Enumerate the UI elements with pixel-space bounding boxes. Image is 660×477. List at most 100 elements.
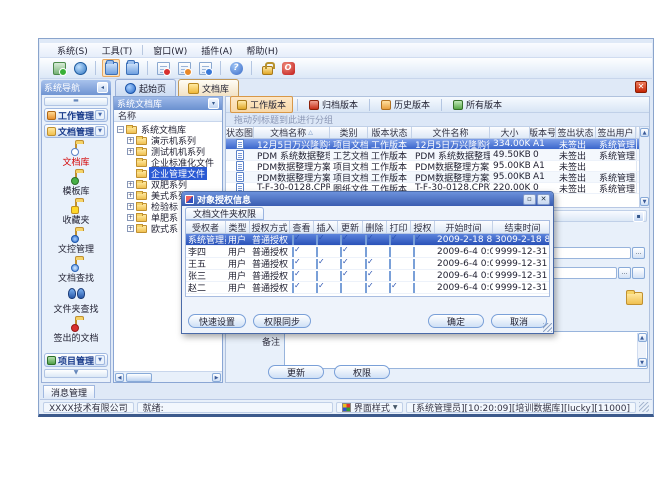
- working-version-button[interactable]: 工作版本: [230, 96, 293, 113]
- dialog-tab-folder-permissions[interactable]: 文档文件夹权限: [185, 207, 264, 220]
- open-folder-button[interactable]: [626, 292, 643, 305]
- menu-window[interactable]: 窗口(W): [146, 43, 194, 58]
- nav-section-doc[interactable]: 文档管理 ▼: [44, 124, 108, 138]
- column-insert[interactable]: 插入: [314, 221, 338, 233]
- print-checkbox[interactable]: [389, 271, 391, 281]
- dialog-close-button[interactable]: ✕: [537, 194, 550, 205]
- expand-toggle-icon[interactable]: +: [127, 137, 134, 144]
- update-checkbox[interactable]: [340, 247, 342, 257]
- nav-collapse-icon[interactable]: ▬: [44, 97, 108, 106]
- insert-checkbox[interactable]: [316, 235, 318, 245]
- remark-scrollbar[interactable]: ▲ ▼: [637, 333, 646, 367]
- nav-expand-icon[interactable]: ▼: [44, 369, 108, 378]
- menu-system[interactable]: 系统(S): [50, 43, 95, 58]
- network-button[interactable]: [71, 59, 89, 77]
- scroll-down-icon[interactable]: ▼: [640, 197, 649, 206]
- help-button[interactable]: ?: [227, 59, 245, 77]
- sidebar-item-doc-search[interactable]: 文档查找: [44, 258, 108, 285]
- chevron-down-icon[interactable]: ▼: [95, 110, 105, 120]
- authorize-checkbox[interactable]: [413, 259, 415, 269]
- authorize-checkbox[interactable]: [413, 283, 415, 293]
- authorize-checkbox[interactable]: [413, 247, 415, 257]
- view-checkbox[interactable]: [292, 235, 294, 245]
- column-checkout-user[interactable]: 签出用户: [596, 127, 636, 138]
- delete-checkbox[interactable]: [365, 235, 367, 245]
- workstation-button[interactable]: [50, 59, 68, 77]
- tree-column-header[interactable]: 名称: [114, 110, 222, 122]
- expand-toggle-icon[interactable]: +: [127, 225, 134, 232]
- archived-version-button[interactable]: 归档版本: [302, 96, 365, 113]
- view-checkbox[interactable]: [292, 283, 294, 293]
- permission-row[interactable]: 赵二 用户 普通授权 2009-6-4 0:00:00 9999-12-31 2…: [186, 282, 549, 294]
- delete-checkbox[interactable]: [365, 247, 367, 257]
- insert-checkbox[interactable]: [316, 271, 318, 281]
- ui-style-selector[interactable]: 界面样式 ▼: [336, 402, 404, 413]
- column-print[interactable]: 打印: [387, 221, 411, 233]
- sidebar-item-checked-out-docs[interactable]: 签出的文档: [44, 318, 108, 345]
- column-update[interactable]: 更新: [338, 221, 363, 233]
- column-end-time[interactable]: 结束时间: [493, 221, 550, 233]
- remark-textarea[interactable]: ▲ ▼: [284, 331, 648, 369]
- lock-button[interactable]: [258, 59, 276, 77]
- dialog-resize-grip[interactable]: [543, 323, 552, 332]
- view-checkbox[interactable]: [292, 271, 294, 281]
- nav-pin-icon[interactable]: ◂: [97, 82, 108, 93]
- expand-toggle-icon[interactable]: +: [127, 148, 134, 155]
- sidebar-item-doc-control[interactable]: 文控管理: [44, 229, 108, 256]
- authorize-checkbox[interactable]: [413, 235, 415, 245]
- report-flag-button[interactable]: [196, 59, 214, 77]
- scroll-right-icon[interactable]: ▶: [212, 373, 221, 382]
- nav-section-project[interactable]: 项目管理 ▼: [44, 353, 108, 367]
- table-vertical-scrollbar[interactable]: ▲ ▼: [639, 127, 649, 207]
- print-checkbox[interactable]: [389, 259, 391, 269]
- report-view-button[interactable]: [175, 59, 193, 77]
- tab-close-button[interactable]: ✕: [635, 81, 647, 93]
- resize-grip[interactable]: [639, 402, 649, 412]
- detail-pin-icon[interactable]: ▪: [633, 211, 644, 222]
- column-category[interactable]: 类别: [330, 127, 368, 138]
- menu-help[interactable]: 帮助(H): [239, 43, 285, 58]
- open-library-button[interactable]: [102, 59, 120, 77]
- update-checkbox[interactable]: [340, 235, 342, 245]
- message-management-tab[interactable]: 消息管理: [43, 385, 95, 398]
- delete-checkbox[interactable]: [365, 283, 367, 293]
- pin-icon[interactable]: ▾: [208, 98, 219, 109]
- sidebar-item-favorites[interactable]: 收藏夹: [44, 200, 108, 227]
- tree-horizontal-scrollbar[interactable]: ◀ ▶: [114, 371, 222, 382]
- sidebar-item-document-library[interactable]: 文档库: [44, 142, 108, 169]
- group-by-bar[interactable]: 拖动列标题到此进行分组: [226, 113, 649, 127]
- nav-section-work[interactable]: 工作管理 ▼: [44, 108, 108, 122]
- authorize-checkbox[interactable]: [413, 271, 415, 281]
- view-checkbox[interactable]: [292, 247, 294, 257]
- menu-plugins[interactable]: 插件(A): [194, 43, 239, 58]
- scroll-up-icon[interactable]: ▲: [638, 333, 647, 342]
- column-status-icon[interactable]: 状态图: [226, 127, 254, 138]
- column-type[interactable]: 类型: [226, 221, 250, 233]
- column-authorize[interactable]: 授权: [411, 221, 435, 233]
- quick-setup-button[interactable]: 快速设置: [188, 314, 246, 328]
- column-checkout-state[interactable]: 签出状态: [556, 127, 596, 138]
- update-checkbox[interactable]: [340, 271, 342, 281]
- small-button[interactable]: [632, 267, 645, 279]
- delete-checkbox[interactable]: [365, 271, 367, 281]
- tab-home[interactable]: 起始页: [115, 79, 176, 96]
- column-grantee[interactable]: 受权者: [186, 221, 226, 233]
- column-file-name[interactable]: 文件名称: [412, 127, 490, 138]
- detail-input[interactable]: [549, 267, 617, 279]
- all-version-button[interactable]: 所有版本: [446, 96, 509, 113]
- insert-checkbox[interactable]: [316, 259, 318, 269]
- detail-input[interactable]: [549, 247, 631, 259]
- column-delete[interactable]: 删除: [363, 221, 387, 233]
- column-version[interactable]: 版本号: [530, 127, 556, 138]
- library-button[interactable]: [123, 59, 141, 77]
- ellipsis-button[interactable]: …: [632, 247, 645, 259]
- view-checkbox[interactable]: [292, 259, 294, 269]
- update-checkbox[interactable]: [340, 283, 342, 293]
- ellipsis-button[interactable]: …: [618, 267, 631, 279]
- scroll-up-icon[interactable]: ▲: [640, 128, 649, 137]
- print-checkbox[interactable]: [389, 283, 391, 293]
- expand-toggle-icon[interactable]: +: [127, 181, 134, 188]
- report-delete-button[interactable]: [154, 59, 172, 77]
- column-start-time[interactable]: 开始时间: [435, 221, 493, 233]
- dialog-title-bar[interactable]: 对象授权信息 ▫ ✕: [182, 192, 553, 206]
